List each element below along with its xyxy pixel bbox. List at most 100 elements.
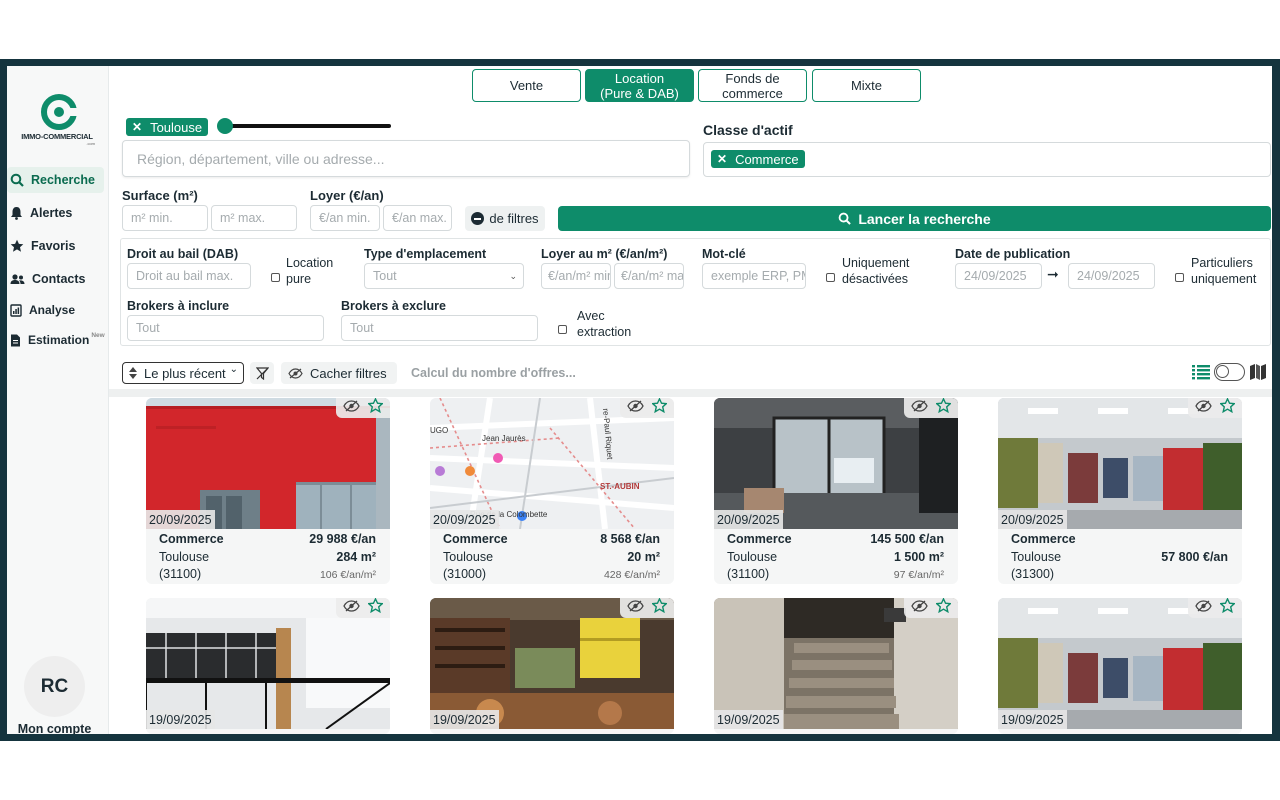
hide-listing-icon[interactable]: [343, 599, 360, 617]
rent-max-input[interactable]: €/an max.: [383, 205, 452, 231]
listing-type: Commerce: [1011, 532, 1076, 546]
launch-search-button[interactable]: Lancer la recherche: [558, 206, 1271, 231]
loyer-m2-max-input[interactable]: €/an/m² max: [614, 263, 684, 289]
remove-chip-icon[interactable]: ✕: [132, 120, 142, 134]
card-actions: [620, 598, 674, 618]
account-link[interactable]: Mon compte: [7, 722, 102, 734]
mot-cle-input[interactable]: exemple ERP, PMR: [702, 263, 806, 289]
listing-card[interactable]: 19/09/2025: [146, 598, 390, 734]
listing-area: 20 m²: [627, 550, 660, 564]
chart-icon: [10, 303, 22, 317]
favorite-star-icon[interactable]: [367, 398, 384, 418]
listing-area: 1 500 m²: [893, 550, 944, 564]
listing-date: 20/09/2025: [714, 510, 783, 529]
sort-select[interactable]: Le plus récent ⌄: [122, 362, 244, 384]
nav-item-favoris[interactable]: Favoris: [7, 233, 109, 259]
date-from-input[interactable]: 24/09/2025: [955, 263, 1042, 289]
window-frame: IMMO-COMMERCIAL .com Recherche Alertes F…: [0, 59, 1280, 741]
favorite-star-icon[interactable]: [935, 398, 952, 418]
tab-location[interactable]: Location (Pure & DAB): [585, 69, 694, 102]
app-window: IMMO-COMMERCIAL .com Recherche Alertes F…: [7, 66, 1272, 734]
hide-listing-icon[interactable]: [1195, 399, 1212, 417]
brokers-exclude-input[interactable]: Tout: [341, 315, 538, 341]
nav-item-estimation[interactable]: Estimation New: [7, 327, 109, 353]
particuliers-checkbox[interactable]: [1175, 273, 1184, 282]
brokers-exclude-label: Brokers à exclure: [341, 299, 446, 313]
hide-listing-icon[interactable]: [911, 599, 928, 617]
listing-card[interactable]: 19/09/2025: [998, 598, 1242, 734]
loyer-m2-min-input[interactable]: €/an/m² min: [541, 263, 611, 289]
listing-date: 20/09/2025: [998, 510, 1067, 529]
hide-listing-icon[interactable]: [343, 399, 360, 417]
brand-logo[interactable]: IMMO-COMMERCIAL .com: [13, 92, 101, 148]
favorite-star-icon[interactable]: [1219, 598, 1236, 618]
listing-type: Commerce: [443, 532, 508, 546]
extraction-checkbox[interactable]: [558, 325, 567, 334]
listing-card[interactable]: 20/09/2025 Commerce 145 500 €/an Toulouse 1 …: [714, 398, 958, 584]
radius-slider-handle[interactable]: [217, 118, 233, 134]
hide-listing-icon[interactable]: [911, 399, 928, 417]
favorite-star-icon[interactable]: [651, 398, 668, 418]
brokers-include-label: Brokers à inclure: [127, 299, 230, 313]
nav-item-contacts[interactable]: Contacts: [7, 266, 109, 292]
arrow-right-icon: ➞: [1047, 266, 1059, 282]
listing-card[interactable]: 20/09/2025 Commerce 57 800 €/an Toulouse (31…: [998, 398, 1242, 584]
nav-label: Alertes: [30, 206, 73, 220]
hide-listing-icon[interactable]: [1195, 599, 1212, 617]
droit-bail-input[interactable]: Droit au bail max.: [127, 263, 251, 289]
launch-search-label: Lancer la recherche: [858, 210, 991, 227]
tab-mixte[interactable]: Mixte: [812, 69, 921, 102]
brokers-include-input[interactable]: Tout: [127, 315, 324, 341]
tab-fonds-de-commerce[interactable]: Fonds de commerce: [698, 69, 807, 102]
asset-class-chip[interactable]: ✕ Commerce: [711, 150, 805, 168]
document-icon: [11, 334, 20, 346]
listing-zip: (31000): [443, 567, 487, 581]
eye-off-icon: [288, 367, 303, 379]
map-label: UGO: [430, 426, 449, 435]
desactivees-checkbox[interactable]: [826, 273, 835, 282]
avatar[interactable]: RC: [24, 656, 85, 717]
nav-item-analyse[interactable]: Analyse: [7, 297, 109, 323]
listing-zip: (31100): [727, 567, 770, 581]
listing-card[interactable]: 19/09/2025: [430, 598, 674, 734]
tab-vente[interactable]: Vente: [472, 69, 581, 102]
new-badge: New: [91, 331, 105, 339]
hide-listing-icon[interactable]: [627, 599, 644, 617]
location-chip[interactable]: ✕ Toulouse: [126, 118, 209, 136]
listing-city: Toulouse: [159, 550, 210, 564]
view-toggle-switch[interactable]: [1214, 363, 1245, 381]
nav-item-alertes[interactable]: Alertes: [7, 200, 109, 226]
mot-cle-label: Mot-clé: [702, 247, 746, 261]
nav-label: Contacts: [32, 272, 86, 286]
listing-date: 19/09/2025: [146, 710, 215, 729]
listing-card[interactable]: 20/09/2025 Commerce 29 988 €/an Toulouse 284…: [146, 398, 390, 584]
favorite-star-icon[interactable]: [1219, 398, 1236, 418]
date-to-input[interactable]: 24/09/2025: [1068, 263, 1155, 289]
list-view-icon[interactable]: [1192, 364, 1210, 380]
map-view-icon[interactable]: [1249, 363, 1267, 381]
favorite-star-icon[interactable]: [651, 598, 668, 618]
filter-clear-icon: [255, 366, 269, 380]
location-search-input[interactable]: Région, département, ville ou adresse...: [122, 140, 690, 177]
surface-max-input[interactable]: m² max.: [211, 205, 297, 231]
surface-min-input[interactable]: m² min.: [122, 205, 208, 231]
clear-filters-button[interactable]: [250, 362, 274, 384]
view-toggle-knob: [1216, 365, 1229, 378]
favorite-star-icon[interactable]: [935, 598, 952, 618]
nav-item-recherche[interactable]: Recherche: [7, 167, 104, 193]
favorite-star-icon[interactable]: [367, 598, 384, 618]
card-actions: [904, 398, 958, 418]
emplacement-select[interactable]: Tout ⌄: [364, 263, 524, 289]
listing-card[interactable]: Jean Jaurès Rue de la Colombette ST.-AUBIN…: [430, 398, 674, 584]
hide-listing-icon[interactable]: [627, 399, 644, 417]
listing-card[interactable]: 19/09/2025: [714, 598, 958, 734]
emplacement-value: Tout: [373, 269, 397, 283]
rent-min-input[interactable]: €/an min.: [310, 205, 380, 231]
location-pure-checkbox[interactable]: [271, 273, 280, 282]
remove-chip-icon[interactable]: ✕: [717, 152, 727, 166]
listing-price-per-m2: 428 €/an/m²: [603, 569, 660, 581]
toggle-filters-button[interactable]: de filtres: [465, 206, 545, 231]
hide-filters-button[interactable]: Cacher filtres: [281, 362, 397, 384]
nav-label: Analyse: [29, 303, 76, 317]
radius-slider[interactable]: [217, 118, 392, 134]
